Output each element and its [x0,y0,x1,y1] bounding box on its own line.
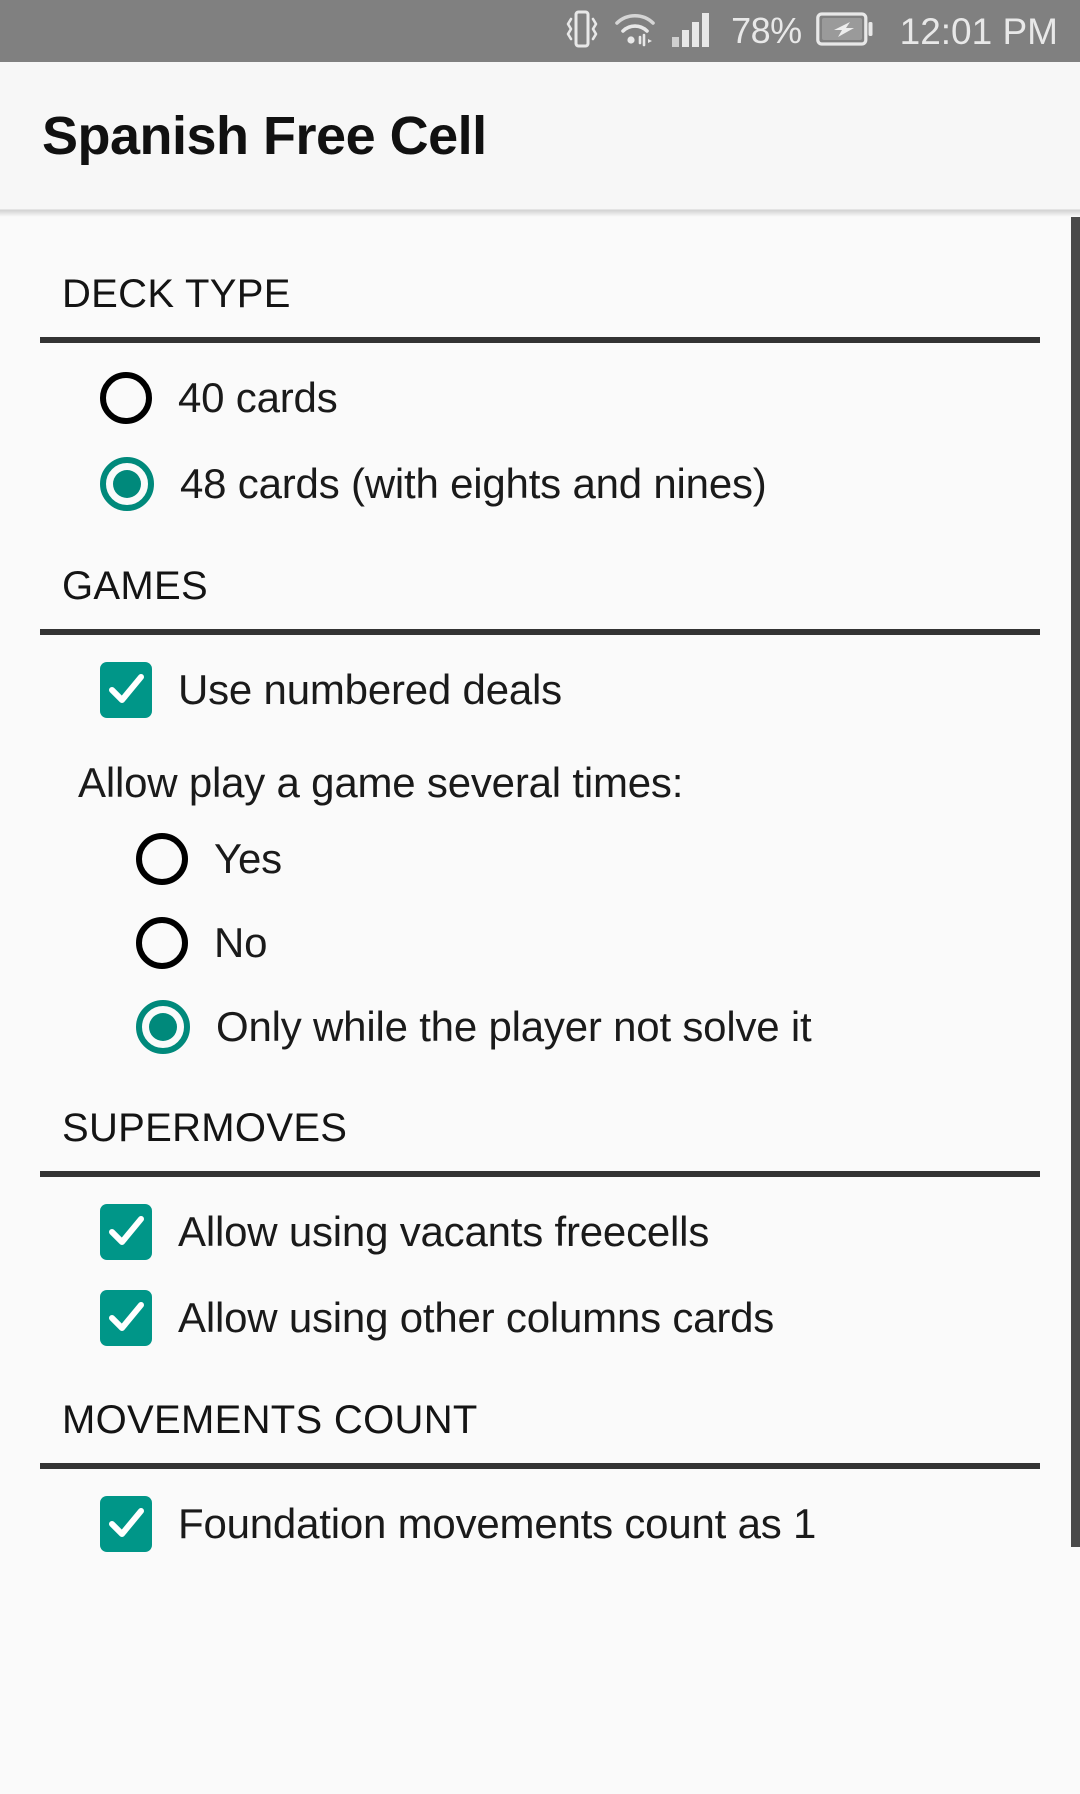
section-header-supermoves: SUPERMOVES [62,1069,1040,1149]
checkbox-icon-checked[interactable] [100,1204,152,1260]
option-label: 48 cards (with eights and nines) [180,459,767,507]
checkbox-icon-checked[interactable] [100,1496,152,1552]
scrollbar-thumb[interactable] [1071,217,1080,1547]
radio-row-only-while-not-solved[interactable]: Only while the player not solve it [0,985,1080,1069]
section-header-deck-type: DECK TYPE [62,235,1040,315]
checkbox-row-foundation-movements-count-as-1[interactable]: Foundation movements count as 1 [0,1481,1080,1567]
option-label: Foundation movements count as 1 [178,1499,817,1547]
clock-label: 12:01 PM [899,10,1058,52]
option-label: No [214,918,268,966]
allow-replay-group-label: Allow play a game several times: [78,759,684,806]
section-title: DECK TYPE [62,272,291,316]
option-label: 40 cards [178,373,338,421]
battery-charging-icon [815,11,874,52]
radio-group-allow-replay: Yes No Only while the player not solve i… [0,817,1080,1069]
checkbox-row-use-numbered-deals[interactable]: Use numbered deals [0,647,1080,733]
radio-row-no[interactable]: No [0,901,1080,985]
scrollbar-track[interactable] [1071,217,1080,1794]
vibrate-icon [565,8,599,55]
app-screen: 78% 12:01 PM Spanish Free Cell DECK TYPE [0,0,1080,1794]
settings-scroll-container[interactable]: DECK TYPE 40 cards 48 cards (with eights… [0,217,1080,1794]
radio-row-40-cards[interactable]: 40 cards [0,355,1080,441]
option-label: Allow using other columns cards [178,1293,775,1341]
radio-icon-selected[interactable] [136,1000,190,1054]
checkbox-row-allow-other-columns-cards[interactable]: Allow using other columns cards [0,1275,1080,1361]
section-title: GAMES [62,564,208,608]
checkbox-icon-checked[interactable] [100,662,152,718]
battery-percent-label: 78% [731,10,802,51]
radio-row-yes[interactable]: Yes [0,817,1080,901]
page-title: Spanish Free Cell [42,105,487,166]
section-header-movements-count: MOVEMENTS COUNT [62,1361,1040,1441]
option-label: Yes [214,834,282,882]
app-bar-shadow [0,210,1080,217]
radio-icon-selected[interactable] [100,457,154,511]
checkbox-icon-checked[interactable] [100,1290,152,1346]
radio-icon[interactable] [136,917,188,969]
signal-icon [671,10,717,53]
checkbox-row-allow-vacant-freecells[interactable]: Allow using vacants freecells [0,1189,1080,1275]
radio-row-48-cards[interactable]: 48 cards (with eights and nines) [0,441,1080,527]
app-bar: Spanish Free Cell [0,62,1080,210]
wifi-icon [613,10,657,53]
status-bar-icons: 78% 12:01 PM [565,8,1058,55]
option-label: Only while the player not solve it [216,1002,812,1050]
section-title: SUPERMOVES [62,1106,348,1150]
section-header-games: GAMES [62,527,1040,607]
option-label: Allow using vacants freecells [178,1207,710,1255]
radio-icon[interactable] [100,372,152,424]
option-label: Use numbered deals [178,665,562,713]
radio-icon[interactable] [136,833,188,885]
status-bar: 78% 12:01 PM [0,0,1080,62]
section-title: MOVEMENTS COUNT [62,1398,478,1442]
